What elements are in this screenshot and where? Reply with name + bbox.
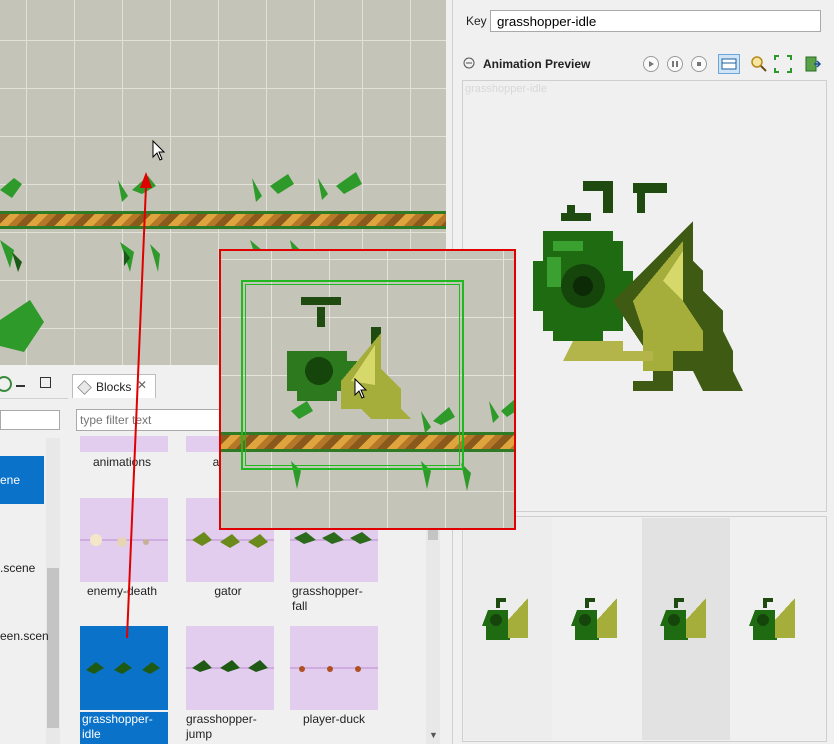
tree-item[interactable]: .scene (0, 561, 35, 575)
blocks-icon (77, 380, 92, 395)
block-enemy-death[interactable] (80, 498, 168, 582)
tree-item[interactable]: een.scen (0, 629, 49, 643)
blocks-filter-input[interactable] (76, 409, 226, 431)
pause-icon[interactable] (667, 56, 683, 72)
frame-strip-toggle-icon[interactable] (718, 54, 740, 74)
play-icon[interactable] (643, 56, 659, 72)
block-label: enemy-death (86, 584, 158, 598)
grasshopper-idle-sprites (86, 662, 160, 674)
zoom-icon[interactable] (750, 55, 768, 73)
close-icon[interactable]: ✕ (137, 378, 147, 392)
export-icon[interactable] (804, 55, 822, 73)
player-duck-sprites (290, 666, 378, 672)
block-player-duck[interactable] (290, 626, 378, 710)
fit-icon[interactable] (774, 55, 792, 73)
block-grasshopper-idle[interactable] (80, 626, 168, 710)
key-input[interactable] (490, 10, 821, 32)
tab-blocks[interactable]: Blocks ✕ (72, 374, 156, 398)
grasshopper-jump-sprites (186, 660, 274, 672)
maximize-icon[interactable] (40, 377, 51, 388)
section-title: Animation Preview (483, 57, 591, 71)
block-label: gator (214, 584, 242, 598)
block-label: animations (92, 455, 152, 469)
tree-item-label: ene (0, 473, 21, 487)
block-card[interactable] (80, 436, 168, 452)
tree-item-label: een.scen (0, 629, 49, 643)
enemy-death-sprites (80, 534, 168, 547)
project-tree-panel (0, 372, 68, 744)
frame-thumbnails (482, 598, 795, 640)
tree-item-selected[interactable]: ene (0, 456, 44, 504)
animation-preview-canvas[interactable]: grasshopper-idle (462, 80, 827, 512)
stop-icon[interactable] (691, 56, 707, 72)
grasshopper-preview-sprite (533, 181, 743, 391)
collapse-icon[interactable] (462, 56, 476, 70)
tree-scrollbar[interactable] (46, 438, 60, 744)
block-label: grasshopper-jump (186, 712, 257, 741)
sync-icon[interactable] (0, 376, 12, 392)
minimize-icon[interactable] (16, 385, 25, 387)
key-label: Key (466, 14, 487, 28)
block-label: grasshopper-idle (80, 712, 168, 744)
tree-item-label: .scene (0, 561, 36, 575)
tree-toolbar (0, 372, 68, 399)
block-label: player-duck (302, 712, 366, 726)
block-card[interactable] (186, 436, 220, 452)
tree-filter-input[interactable] (0, 410, 60, 430)
block-grasshopper-jump[interactable] (186, 626, 274, 710)
tab-blocks-label: Blocks (96, 380, 132, 394)
scroll-down-icon[interactable]: ▼ (429, 730, 438, 740)
drop-selection-frame (241, 280, 464, 470)
block-label: grasshopper-fall (292, 584, 363, 613)
